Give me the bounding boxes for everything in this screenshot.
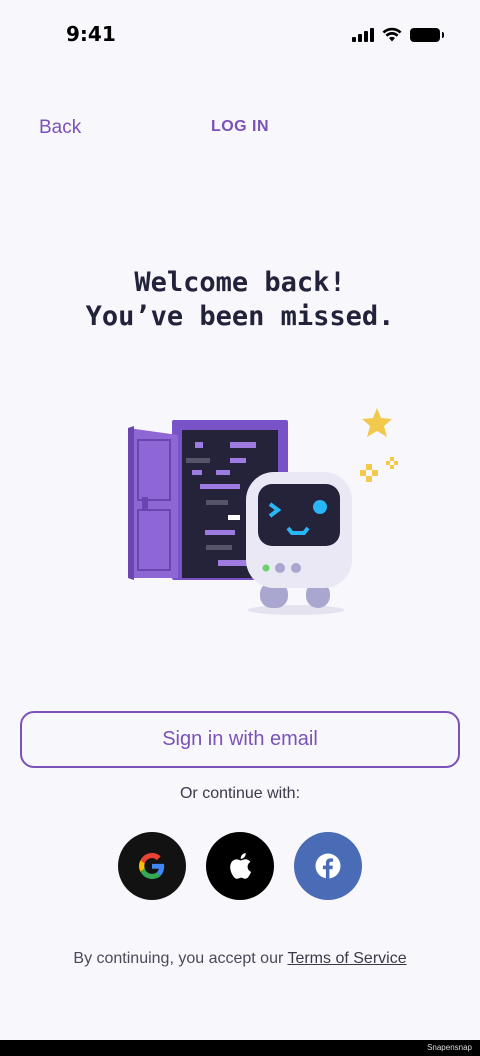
continue-with-label: Or continue with: <box>179 785 301 802</box>
google-sign-in-button[interactable] <box>118 832 186 900</box>
terms-of-service-link[interactable]: Terms of Service <box>287 950 406 967</box>
status-time: 9:41 <box>66 22 116 46</box>
robot-open-door-illustration <box>128 408 398 615</box>
google-icon <box>139 853 165 879</box>
facebook-icon <box>315 853 341 879</box>
status-icons <box>352 27 444 42</box>
bottom-bar <box>0 1040 480 1056</box>
welcome-headline: Welcome back! You’ve been missed. <box>0 266 480 334</box>
facebook-sign-in-button[interactable] <box>294 832 362 900</box>
wifi-icon <box>382 27 402 42</box>
signal-icon <box>352 27 374 42</box>
status-bar: 9:41 <box>0 0 480 72</box>
apple-icon <box>230 853 252 879</box>
battery-icon <box>410 27 444 42</box>
watermark: Snapensnap <box>427 1043 472 1052</box>
headline-line-2: You’ve been missed. <box>85 301 395 332</box>
page-title: LOG IN <box>210 118 270 135</box>
sign-in-email-button[interactable]: Sign in with email <box>20 711 460 768</box>
terms-notice: By continuing, you accept our Terms of S… <box>0 950 480 968</box>
terms-prefix: By continuing, you accept our <box>73 950 288 967</box>
apple-sign-in-button[interactable] <box>206 832 274 900</box>
headline-line-1: Welcome back! <box>134 267 346 298</box>
